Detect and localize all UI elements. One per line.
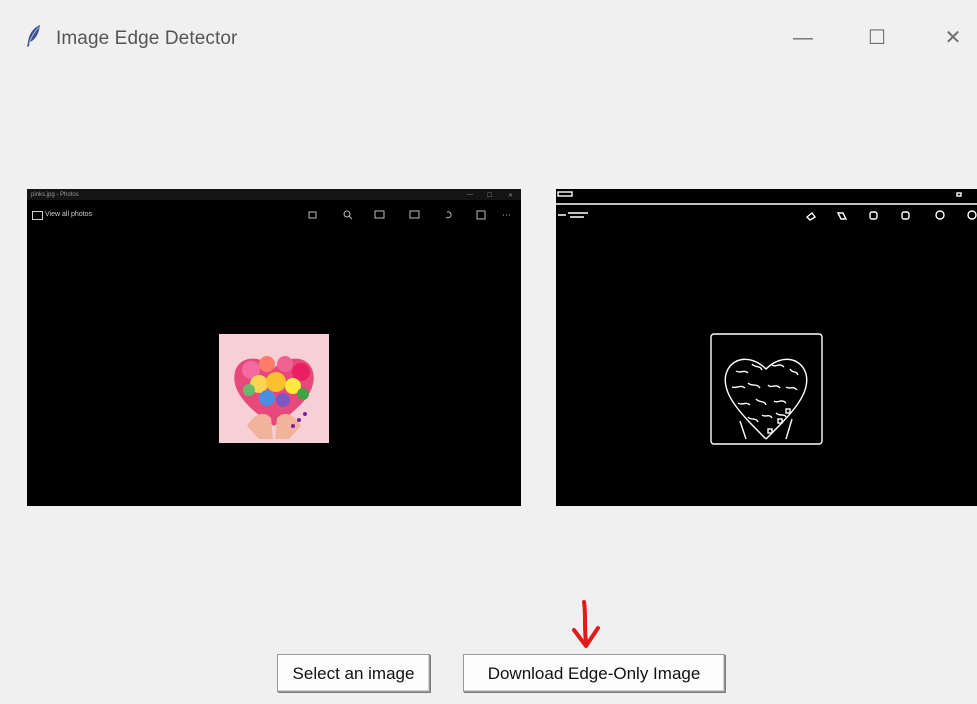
maximize-button[interactable]: ☐ — [854, 20, 900, 56]
view-all-photos-label: View all photos — [45, 211, 92, 218]
photos-minimize-icon: — — [467, 192, 473, 198]
edge-image-panel — [556, 189, 977, 506]
photos-titlebar — [27, 189, 521, 200]
window-title: Image Edge Detector — [56, 28, 238, 49]
original-image-panel: pinks.jpg - Photos — ☐ ✕ View all photos — [27, 189, 521, 506]
photos-toolbar-icons — [308, 210, 511, 220]
flower-heart-photo — [219, 334, 329, 443]
close-button[interactable]: ✕ — [930, 20, 976, 56]
select-image-button[interactable]: Select an image — [277, 654, 430, 692]
feather-icon — [27, 25, 40, 47]
gallery-icon — [32, 211, 43, 220]
title-bar: Image Edge Detector — ☐ ✕ — [0, 8, 977, 58]
photos-maximize-icon: ☐ — [487, 193, 493, 199]
download-edge-image-button[interactable]: Download Edge-Only Image — [463, 654, 725, 692]
red-arrow-annotation — [572, 600, 600, 648]
minimize-button[interactable]: — — [780, 20, 826, 56]
app-window: Image Edge Detector — ☐ ✕ pinks.jpg - Ph… — [0, 0, 977, 704]
edge-map — [556, 191, 977, 445]
photos-close-icon: ✕ — [508, 193, 514, 199]
photos-window-title: pinks.jpg - Photos — [31, 192, 79, 198]
